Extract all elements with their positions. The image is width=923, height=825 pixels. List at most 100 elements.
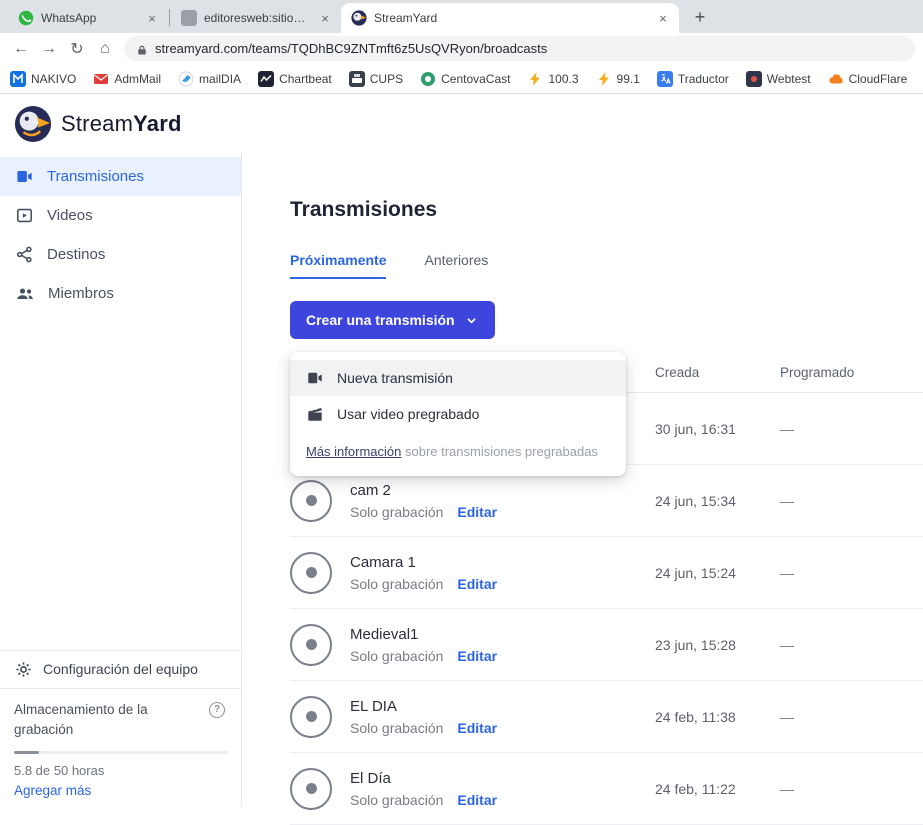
table-row[interactable]: Medieval1 Solo grabaciónEditar 23 jun, 1… <box>290 609 923 681</box>
forward-icon[interactable]: → <box>36 36 62 62</box>
share-icon <box>15 245 34 264</box>
bookmark-centovacast[interactable]: CentovaCast <box>420 71 510 87</box>
table-row[interactable]: El Día Solo grabaciónEditar 24 feb, 11:2… <box>290 753 923 825</box>
globe-icon <box>420 71 436 87</box>
eldia-favicon <box>181 10 197 26</box>
broadcast-name-cell: Medieval1 Solo grabaciónEditar <box>290 624 655 666</box>
translate-icon <box>657 71 673 87</box>
create-broadcast-button[interactable]: Crear una transmisión <box>290 301 495 339</box>
storage-progress <box>14 751 228 754</box>
streamyard-logo[interactable]: StreamYard <box>14 105 182 143</box>
videocam-icon <box>306 369 324 387</box>
edit-link[interactable]: Editar <box>457 648 497 664</box>
storage-usage: 5.8 de 50 horas <box>14 763 227 778</box>
bookmark-label: 100.3 <box>548 72 578 86</box>
sidebar-item-videos[interactable]: Videos <box>0 196 241 235</box>
edit-link[interactable]: Editar <box>457 792 497 808</box>
bookmark-99-1[interactable]: 99.1 <box>596 71 640 87</box>
created-cell: 24 jun, 15:24 <box>655 565 780 581</box>
bookmark-label: Traductor <box>678 72 729 86</box>
add-more-link[interactable]: Agregar más <box>14 783 227 798</box>
edit-link[interactable]: Editar <box>457 576 497 592</box>
url-bar[interactable]: streamyard.com/teams/TQDhBC9ZNTmft6z5UsQ… <box>124 36 915 61</box>
bookmark-chartbeat[interactable]: Chartbeat <box>258 71 332 87</box>
scheduled-cell: — <box>780 781 923 797</box>
browser-tab-strip: WhatsApp × editoresweb:sitioweb:eldia.co… <box>0 0 923 33</box>
sidebar-item-destinos[interactable]: Destinos <box>0 235 241 274</box>
bookmark-100-3[interactable]: 100.3 <box>527 71 578 87</box>
broadcast-name-cell: EL DIA Solo grabación Editar <box>290 696 655 738</box>
back-icon[interactable]: ← <box>8 36 34 62</box>
main-content: Transmisiones Próximamente Anteriores Cr… <box>243 152 923 806</box>
broadcast-subtitle: Solo grabación <box>350 504 443 520</box>
app-header: StreamYard <box>0 95 923 152</box>
bookmark-nakivo[interactable]: NAKIVO <box>10 71 76 87</box>
dropdown-info: Más información sobre transmisiones preg… <box>290 432 626 468</box>
sidebar-item-miembros[interactable]: Miembros <box>0 274 241 313</box>
tab-title: WhatsApp <box>41 11 137 25</box>
bookmark-label: CloudFlare <box>849 72 908 86</box>
reload-icon[interactable]: ↻ <box>64 36 90 62</box>
sidebar-item-label: Videos <box>47 207 93 224</box>
tab-close-icon[interactable]: × <box>144 10 160 26</box>
edit-link[interactable]: Editar <box>457 720 497 736</box>
help-icon[interactable]: ? <box>209 702 225 718</box>
home-icon[interactable]: ⌂ <box>92 36 118 62</box>
menu-item-prerecorded-video[interactable]: Usar video pregrabado <box>290 396 626 432</box>
tab-proximamente[interactable]: Próximamente <box>290 252 386 279</box>
tab-eldia[interactable]: editoresweb:sitioweb:eldia.co × <box>171 3 341 33</box>
sidebar: Transmisiones Videos Destinos Miembros <box>0 152 242 806</box>
url-text: streamyard.com/teams/TQDhBC9ZNTmft6z5UsQ… <box>155 41 547 56</box>
lock-icon <box>136 42 148 56</box>
tab-streamyard[interactable]: StreamYard × <box>341 3 679 33</box>
menu-item-new-broadcast[interactable]: Nueva transmisión <box>290 360 626 396</box>
broadcast-title: EL DIA <box>350 698 497 715</box>
streamyard-favicon <box>351 10 367 26</box>
nakivo-icon <box>10 71 26 87</box>
record-icon <box>290 768 332 810</box>
bolt-icon <box>527 71 543 87</box>
team-settings-button[interactable]: Configuración del equipo <box>0 651 241 688</box>
table-row[interactable]: Camara 1 Solo grabaciónEditar 24 jun, 15… <box>290 537 923 609</box>
broadcast-subtitle: Solo grabación <box>350 792 443 808</box>
tab-title: editoresweb:sitioweb:eldia.co <box>204 11 310 25</box>
bookmark-maildia[interactable]: mailDIA <box>178 71 241 87</box>
sidebar-item-label: Destinos <box>47 246 105 263</box>
bookmarks-bar: NAKIVO AdmMail mailDIA Chartbeat CUPS Ce… <box>0 64 923 94</box>
sidebar-item-transmisiones[interactable]: Transmisiones <box>0 157 241 196</box>
tab-anteriores[interactable]: Anteriores <box>424 252 488 279</box>
tab-close-icon[interactable]: × <box>655 10 671 26</box>
new-tab-button[interactable]: + <box>687 4 713 30</box>
browser-window: WhatsApp × editoresweb:sitioweb:eldia.co… <box>0 0 923 806</box>
tab-close-icon[interactable]: × <box>317 10 333 26</box>
address-bar: ← → ↻ ⌂ streamyard.com/teams/TQDhBC9ZNTm… <box>0 33 923 64</box>
chevron-down-icon <box>464 313 479 328</box>
videocam-icon <box>15 167 34 186</box>
broadcast-name-cell: El Día Solo grabaciónEditar <box>290 768 655 810</box>
created-cell: 24 jun, 15:34 <box>655 493 780 509</box>
table-row[interactable]: EL DIA Solo grabaciónEditar 24 feb, 11:3… <box>290 681 923 753</box>
broadcast-name-cell: cam 2 Solo grabación Editar <box>290 480 655 522</box>
sidebar-nav: Transmisiones Videos Destinos Miembros <box>0 152 241 313</box>
bookmark-cloudflare[interactable]: CloudFlare <box>828 71 908 87</box>
bookmark-label: 99.1 <box>617 72 640 86</box>
cloud-icon <box>828 71 844 87</box>
team-settings-label: Configuración del equipo <box>43 661 198 677</box>
bookmark-traductor[interactable]: Traductor <box>657 71 729 87</box>
tab-whatsapp[interactable]: WhatsApp × <box>8 3 168 33</box>
broadcast-subtitle: Solo grabación <box>350 720 443 736</box>
record-icon <box>290 480 332 522</box>
broadcast-tabs: Próximamente Anteriores <box>290 252 923 279</box>
bookmark-admmail[interactable]: AdmMail <box>93 71 161 87</box>
storage-section: Almacenamiento de la grabación ? 5.8 de … <box>0 689 241 807</box>
bookmark-label: CUPS <box>370 72 403 86</box>
bookmark-label: AdmMail <box>114 72 161 86</box>
sidebar-footer: Configuración del equipo Almacenamiento … <box>0 650 241 807</box>
edit-link[interactable]: Editar <box>457 504 497 520</box>
page-title: Transmisiones <box>290 198 923 222</box>
bookmark-webtest[interactable]: Webtest <box>746 71 811 87</box>
more-info-link[interactable]: Más información <box>306 444 401 459</box>
mail-icon <box>93 71 109 87</box>
bookmark-cups[interactable]: CUPS <box>349 71 403 87</box>
broadcast-title: cam 2 <box>350 482 497 499</box>
